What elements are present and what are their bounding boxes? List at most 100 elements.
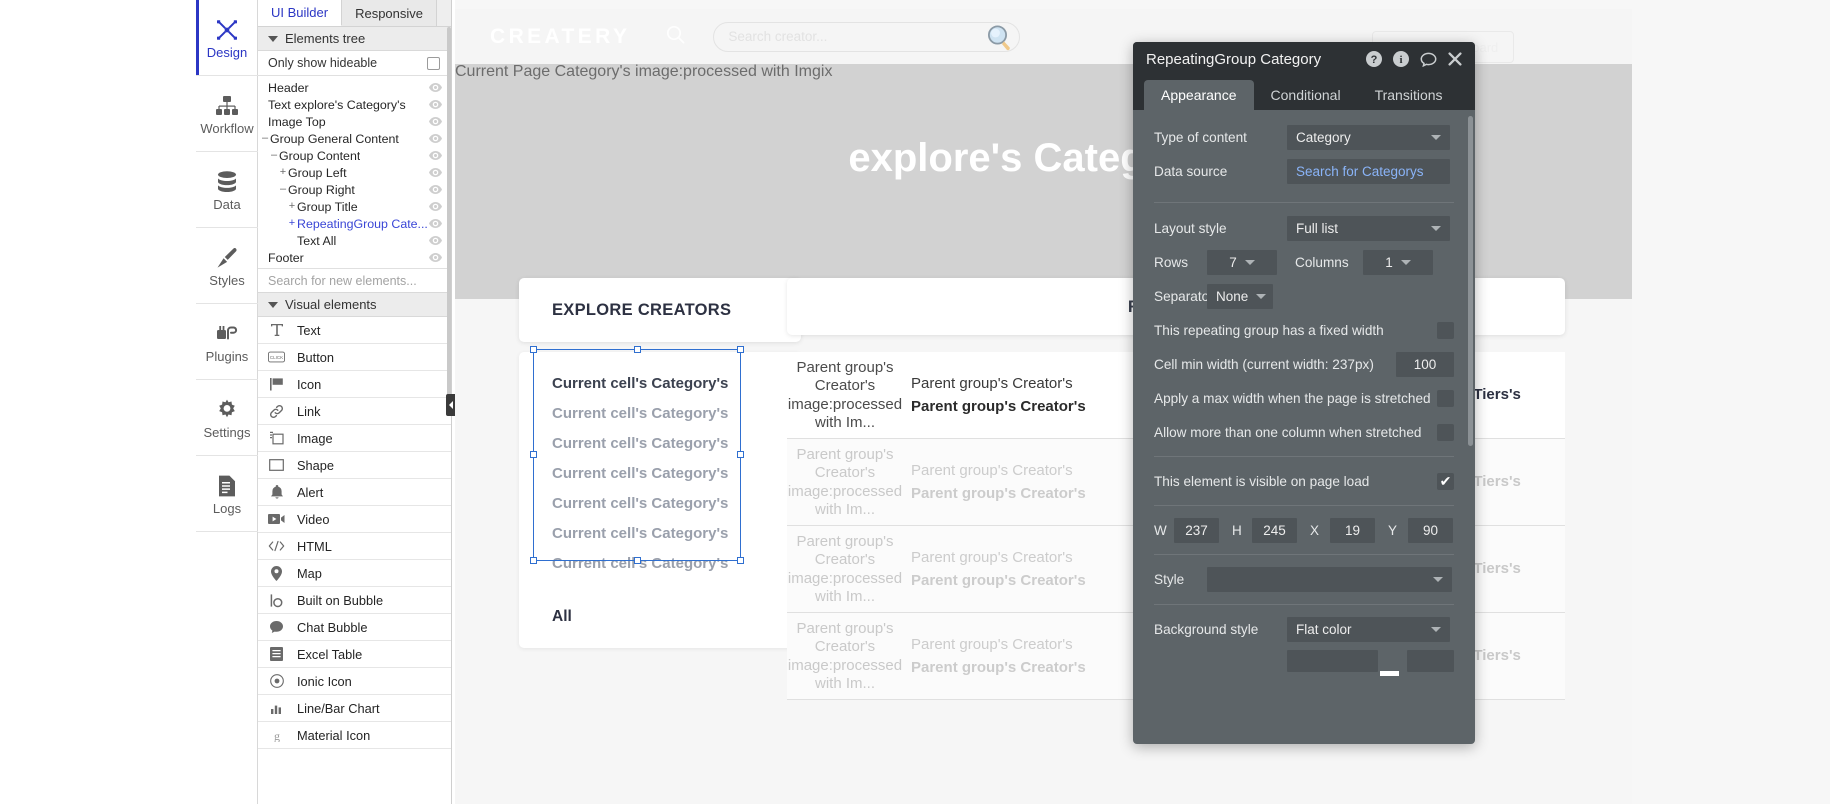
palette-item-ionic-icon[interactable]: Ionic Icon — [258, 668, 451, 695]
new-elements-search-input[interactable]: Search for new elements... — [258, 268, 451, 293]
data-source-expression[interactable]: Search for Categorys — [1287, 158, 1450, 184]
repeating-cell-category[interactable]: Current cell's Category's — [552, 405, 728, 422]
palette-item-built-on-bubble[interactable]: Built on Bubble — [258, 587, 451, 614]
tree-node-text-explore-category[interactable]: Text explore's Category's — [258, 96, 451, 113]
palette-item-material-icon[interactable]: g Material Icon — [258, 722, 451, 749]
height-input[interactable]: 245 — [1252, 517, 1297, 543]
tree-node-group-general-content[interactable]: – Group General Content — [258, 130, 451, 147]
tree-node-footer[interactable]: Footer — [258, 249, 451, 266]
palette-item-excel-table[interactable]: Excel Table — [258, 641, 451, 668]
palette-item-alert[interactable]: Alert — [258, 479, 451, 506]
nav-item-workflow[interactable]: Workflow — [196, 76, 258, 152]
tree-node-group-title[interactable]: + Group Title — [258, 198, 451, 215]
tab-responsive[interactable]: Responsive — [342, 0, 438, 26]
tree-twisty[interactable]: – — [260, 133, 270, 144]
tree-node-group-content[interactable]: – Group Content — [258, 147, 451, 164]
repeating-cell-category[interactable]: Current cell's Category's — [552, 465, 728, 482]
tree-node-group-right[interactable]: – Group Right — [258, 181, 451, 198]
nav-item-design[interactable]: Design — [196, 0, 258, 76]
palette-item-text[interactable]: Text — [258, 317, 451, 344]
tree-twisty[interactable]: + — [287, 218, 297, 229]
eye-icon[interactable] — [429, 117, 442, 126]
tab-conditional[interactable]: Conditional — [1254, 80, 1358, 110]
tab-ui-builder[interactable]: UI Builder — [258, 0, 343, 26]
separator-dropdown[interactable]: None — [1207, 283, 1273, 309]
only-show-hideable-checkbox[interactable] — [427, 56, 440, 70]
collapse-panel-handle[interactable] — [446, 394, 455, 416]
nav-item-styles[interactable]: Styles — [196, 228, 258, 304]
tree-twisty[interactable]: – — [269, 150, 279, 161]
tree-node-group-left[interactable]: + Group Left — [258, 164, 451, 181]
repeating-cell-category[interactable]: Current cell's Category's — [552, 555, 728, 572]
visual-elements-section-header[interactable]: Visual elements — [258, 293, 451, 317]
fixed-width-checkbox[interactable] — [1437, 321, 1454, 339]
palette-item-map[interactable]: Map — [258, 560, 451, 587]
nav-item-data[interactable]: Data — [196, 152, 258, 228]
eye-icon[interactable] — [429, 185, 442, 194]
columns-dropdown[interactable]: 1 — [1363, 249, 1433, 275]
eye-icon[interactable] — [429, 236, 442, 245]
nav-item-settings[interactable]: Settings — [196, 380, 258, 456]
eye-icon[interactable] — [429, 151, 442, 160]
palette-item-button[interactable]: CLICK Button — [258, 344, 451, 371]
background-color-hex-field[interactable] — [1406, 650, 1454, 672]
background-color-swatch[interactable] — [1287, 650, 1379, 672]
tree-node-image-top[interactable]: Image Top — [258, 113, 451, 130]
tree-twisty[interactable]: + — [287, 201, 297, 212]
nav-item-logs[interactable]: Logs — [196, 456, 258, 532]
magnifier-icon[interactable] — [985, 23, 1013, 51]
palette-item-image[interactable]: Image — [258, 425, 451, 452]
max-width-checkbox[interactable] — [1437, 389, 1454, 407]
tree-node-repeatinggroup-category[interactable]: + RepeatingGroup Cate... — [258, 215, 451, 232]
repeating-cell-category[interactable]: Current cell's Category's — [552, 375, 728, 392]
tab-transitions[interactable]: Transitions — [1358, 80, 1460, 110]
info-icon[interactable]: i — [1393, 51, 1409, 67]
max-width-label: Apply a max width when the page is stret… — [1154, 390, 1431, 406]
eye-icon[interactable] — [429, 83, 442, 92]
palette-item-line-bar-chart[interactable]: Line/Bar Chart — [258, 695, 451, 722]
eye-icon[interactable] — [429, 202, 442, 211]
search-icon[interactable] — [666, 25, 685, 49]
eye-icon[interactable] — [429, 219, 442, 228]
palette-item-chat-bubble[interactable]: Chat Bubble — [258, 614, 451, 641]
palette-item-shape[interactable]: Shape — [258, 452, 451, 479]
width-input[interactable]: 237 — [1174, 517, 1219, 543]
help-icon[interactable]: ? — [1366, 51, 1382, 67]
repeating-cell-category[interactable]: Current cell's Category's — [552, 435, 728, 452]
x-input[interactable]: 19 — [1330, 517, 1375, 543]
tree-node-text-all[interactable]: Text All — [258, 232, 451, 249]
palette-item-icon[interactable]: Icon — [258, 371, 451, 398]
eye-icon[interactable] — [429, 100, 442, 109]
elements-tree-section-header[interactable]: Elements tree — [258, 27, 451, 51]
text-all[interactable]: All — [552, 608, 572, 626]
cell-min-width-input[interactable]: 100 — [1396, 351, 1454, 377]
palette-item-html[interactable]: HTML — [258, 533, 451, 560]
tab-appearance[interactable]: Appearance — [1144, 80, 1254, 110]
property-editor-tabs: Appearance Conditional Transitions — [1133, 76, 1475, 110]
tree-panel-scrollbar[interactable] — [447, 27, 451, 397]
type-of-content-dropdown[interactable]: Category — [1287, 124, 1450, 150]
tree-node-header[interactable]: Header — [258, 79, 451, 96]
y-input[interactable]: 90 — [1408, 517, 1453, 543]
repeating-cell-category[interactable]: Current cell's Category's — [552, 495, 728, 512]
comment-icon[interactable] — [1420, 52, 1437, 67]
palette-item-link[interactable]: Link — [258, 398, 451, 425]
style-dropdown[interactable] — [1207, 566, 1452, 592]
rows-dropdown[interactable]: 7 — [1207, 249, 1277, 275]
eye-icon[interactable] — [429, 253, 442, 262]
tree-twisty[interactable]: + — [278, 167, 288, 178]
close-icon[interactable] — [1448, 52, 1462, 66]
search-input[interactable]: Search creator... — [713, 21, 1021, 52]
style-label: Style — [1154, 571, 1185, 587]
repeating-cell-category[interactable]: Current cell's Category's — [552, 525, 728, 542]
layout-style-dropdown[interactable]: Full list — [1287, 215, 1450, 241]
property-editor-scrollbar[interactable] — [1468, 116, 1473, 446]
multi-column-checkbox[interactable] — [1437, 423, 1454, 441]
eye-icon[interactable] — [429, 134, 442, 143]
tree-twisty[interactable]: – — [278, 184, 288, 195]
palette-item-video[interactable]: Video — [258, 506, 451, 533]
visible-on-load-checkbox[interactable]: ✔ — [1437, 472, 1454, 490]
nav-item-plugins[interactable]: Plugins — [196, 304, 258, 380]
background-style-dropdown[interactable]: Flat color — [1287, 616, 1450, 642]
eye-icon[interactable] — [429, 168, 442, 177]
